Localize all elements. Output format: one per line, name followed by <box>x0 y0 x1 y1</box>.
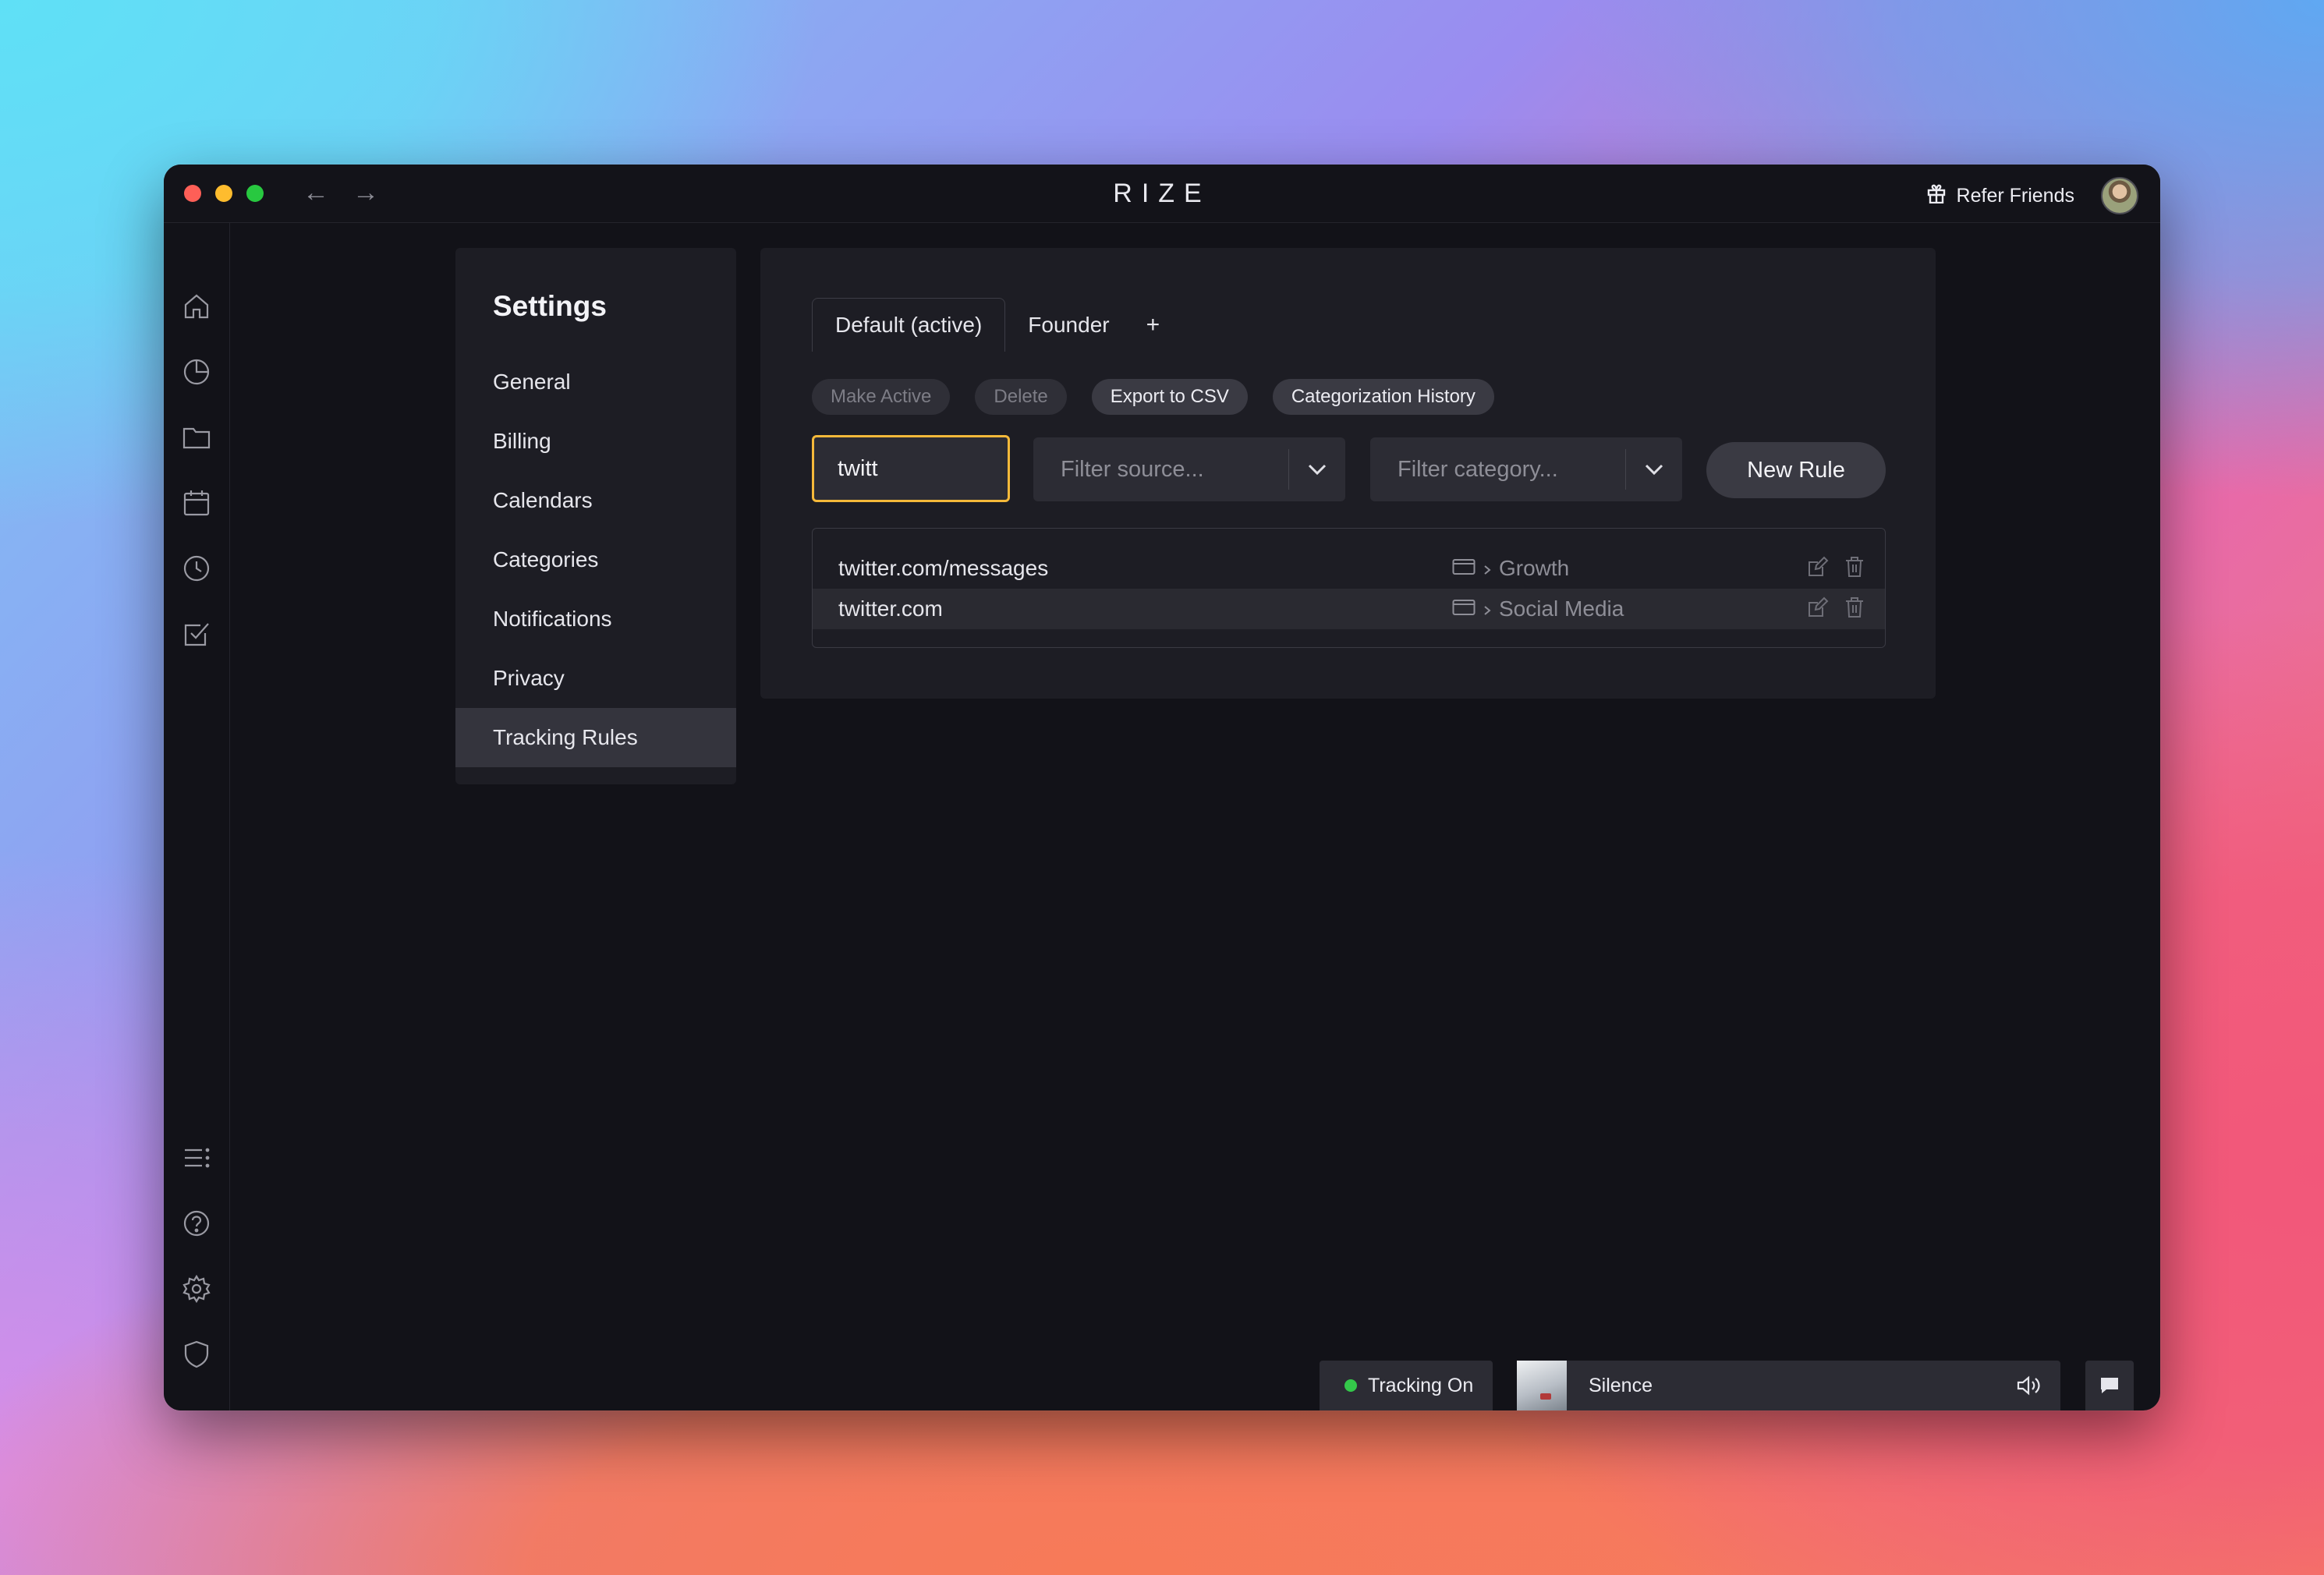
calendar-icon[interactable] <box>179 486 214 520</box>
settings-sidebar: Settings General Billing Calendars Categ… <box>455 248 736 784</box>
refer-friends-button[interactable]: Refer Friends <box>1927 180 2074 211</box>
tab-default[interactable]: Default (active) <box>812 298 1006 352</box>
rule-name: twitter.com/messages <box>838 556 1049 580</box>
track-title: Silence <box>1589 1374 1653 1396</box>
app-title: RIZE <box>1113 179 1211 208</box>
rules-list: twitter.com/messages Growth twitter.com … <box>812 528 1886 648</box>
chevron-right-icon <box>1483 596 1491 621</box>
window-icon <box>1452 596 1476 621</box>
chevron-right-icon <box>1483 556 1491 581</box>
export-csv-button[interactable]: Export to CSV <box>1091 379 1248 415</box>
chevron-down-icon[interactable] <box>1626 463 1682 476</box>
rule-category: Growth <box>1452 548 1569 589</box>
gift-icon <box>1927 183 1946 209</box>
settings-item-categories[interactable]: Categories <box>455 530 736 589</box>
gear-icon[interactable] <box>179 1272 214 1306</box>
checklist-icon[interactable] <box>179 617 214 651</box>
add-profile-button[interactable]: + <box>1132 299 1174 352</box>
refer-friends-label: Refer Friends <box>1956 184 2074 207</box>
pie-chart-icon[interactable] <box>179 355 214 389</box>
tracking-status-dot <box>1344 1379 1357 1392</box>
window-icon <box>1452 556 1476 581</box>
rule-actions <box>1807 548 1865 589</box>
icon-rail <box>164 223 230 1410</box>
rule-category: Social Media <box>1452 589 1624 629</box>
settings-item-general[interactable]: General <box>455 352 736 412</box>
settings-item-billing[interactable]: Billing <box>455 412 736 471</box>
new-rule-button[interactable]: New Rule <box>1706 442 1886 498</box>
rule-row[interactable]: twitter.com/messages Growth <box>813 548 1885 589</box>
user-avatar[interactable] <box>2101 177 2138 214</box>
folder-icon[interactable] <box>179 420 214 455</box>
clock-icon[interactable] <box>179 551 214 586</box>
tab-founder[interactable]: Founder <box>1005 299 1132 352</box>
chat-icon[interactable] <box>2085 1361 2134 1410</box>
rule-actions <box>1807 589 1865 629</box>
settings-menu: General Billing Calendars Categories Not… <box>455 352 736 767</box>
make-active-button[interactable]: Make Active <box>812 379 951 415</box>
help-icon[interactable] <box>179 1206 214 1241</box>
filter-source-select[interactable]: Filter source... <box>1033 437 1345 501</box>
profile-actions: Make Active Delete Export to CSV Categor… <box>812 379 1494 415</box>
settings-item-privacy[interactable]: Privacy <box>455 649 736 708</box>
filter-category-select[interactable]: Filter category... <box>1370 437 1682 501</box>
trash-icon[interactable] <box>1844 596 1865 622</box>
filter-source-placeholder: Filter source... <box>1061 456 1204 482</box>
chevron-down-icon[interactable] <box>1289 463 1345 476</box>
trash-icon[interactable] <box>1844 556 1865 582</box>
settings-item-notifications[interactable]: Notifications <box>455 589 736 649</box>
profile-tabs: Default (active) Founder + <box>812 298 1174 352</box>
settings-title: Settings <box>493 290 607 322</box>
edit-icon[interactable] <box>1807 596 1829 622</box>
tracking-status-button[interactable]: Tracking On <box>1320 1361 1493 1410</box>
tracking-status-label: Tracking On <box>1368 1374 1474 1396</box>
rule-category-label: Growth <box>1499 556 1570 580</box>
categorization-history-button[interactable]: Categorization History <box>1272 379 1494 415</box>
album-art <box>1517 1361 1567 1410</box>
settings-item-tracking-rules[interactable]: Tracking Rules <box>455 708 736 767</box>
app-window: ← → RIZE Refer Friends Settings General … <box>164 165 2160 1410</box>
status-bar: Tracking On Silence <box>164 1361 2160 1410</box>
rule-category-label: Social Media <box>1499 596 1624 621</box>
rule-name: twitter.com <box>838 596 943 621</box>
title-bar: ← → RIZE Refer Friends <box>164 165 2160 223</box>
rule-search-input[interactable] <box>812 435 1010 502</box>
delete-profile-button[interactable]: Delete <box>975 379 1067 415</box>
rule-row[interactable]: twitter.com Social Media <box>813 589 1885 629</box>
volume-icon[interactable] <box>1998 1375 2060 1396</box>
music-player[interactable]: Silence <box>1517 1361 2060 1410</box>
settings-item-calendars[interactable]: Calendars <box>455 471 736 530</box>
home-icon[interactable] <box>179 289 214 324</box>
tracking-rules-panel: Default (active) Founder + Make Active D… <box>760 248 1936 699</box>
filter-category-placeholder: Filter category... <box>1398 456 1558 482</box>
list-icon[interactable] <box>179 1141 214 1175</box>
edit-icon[interactable] <box>1807 556 1829 582</box>
